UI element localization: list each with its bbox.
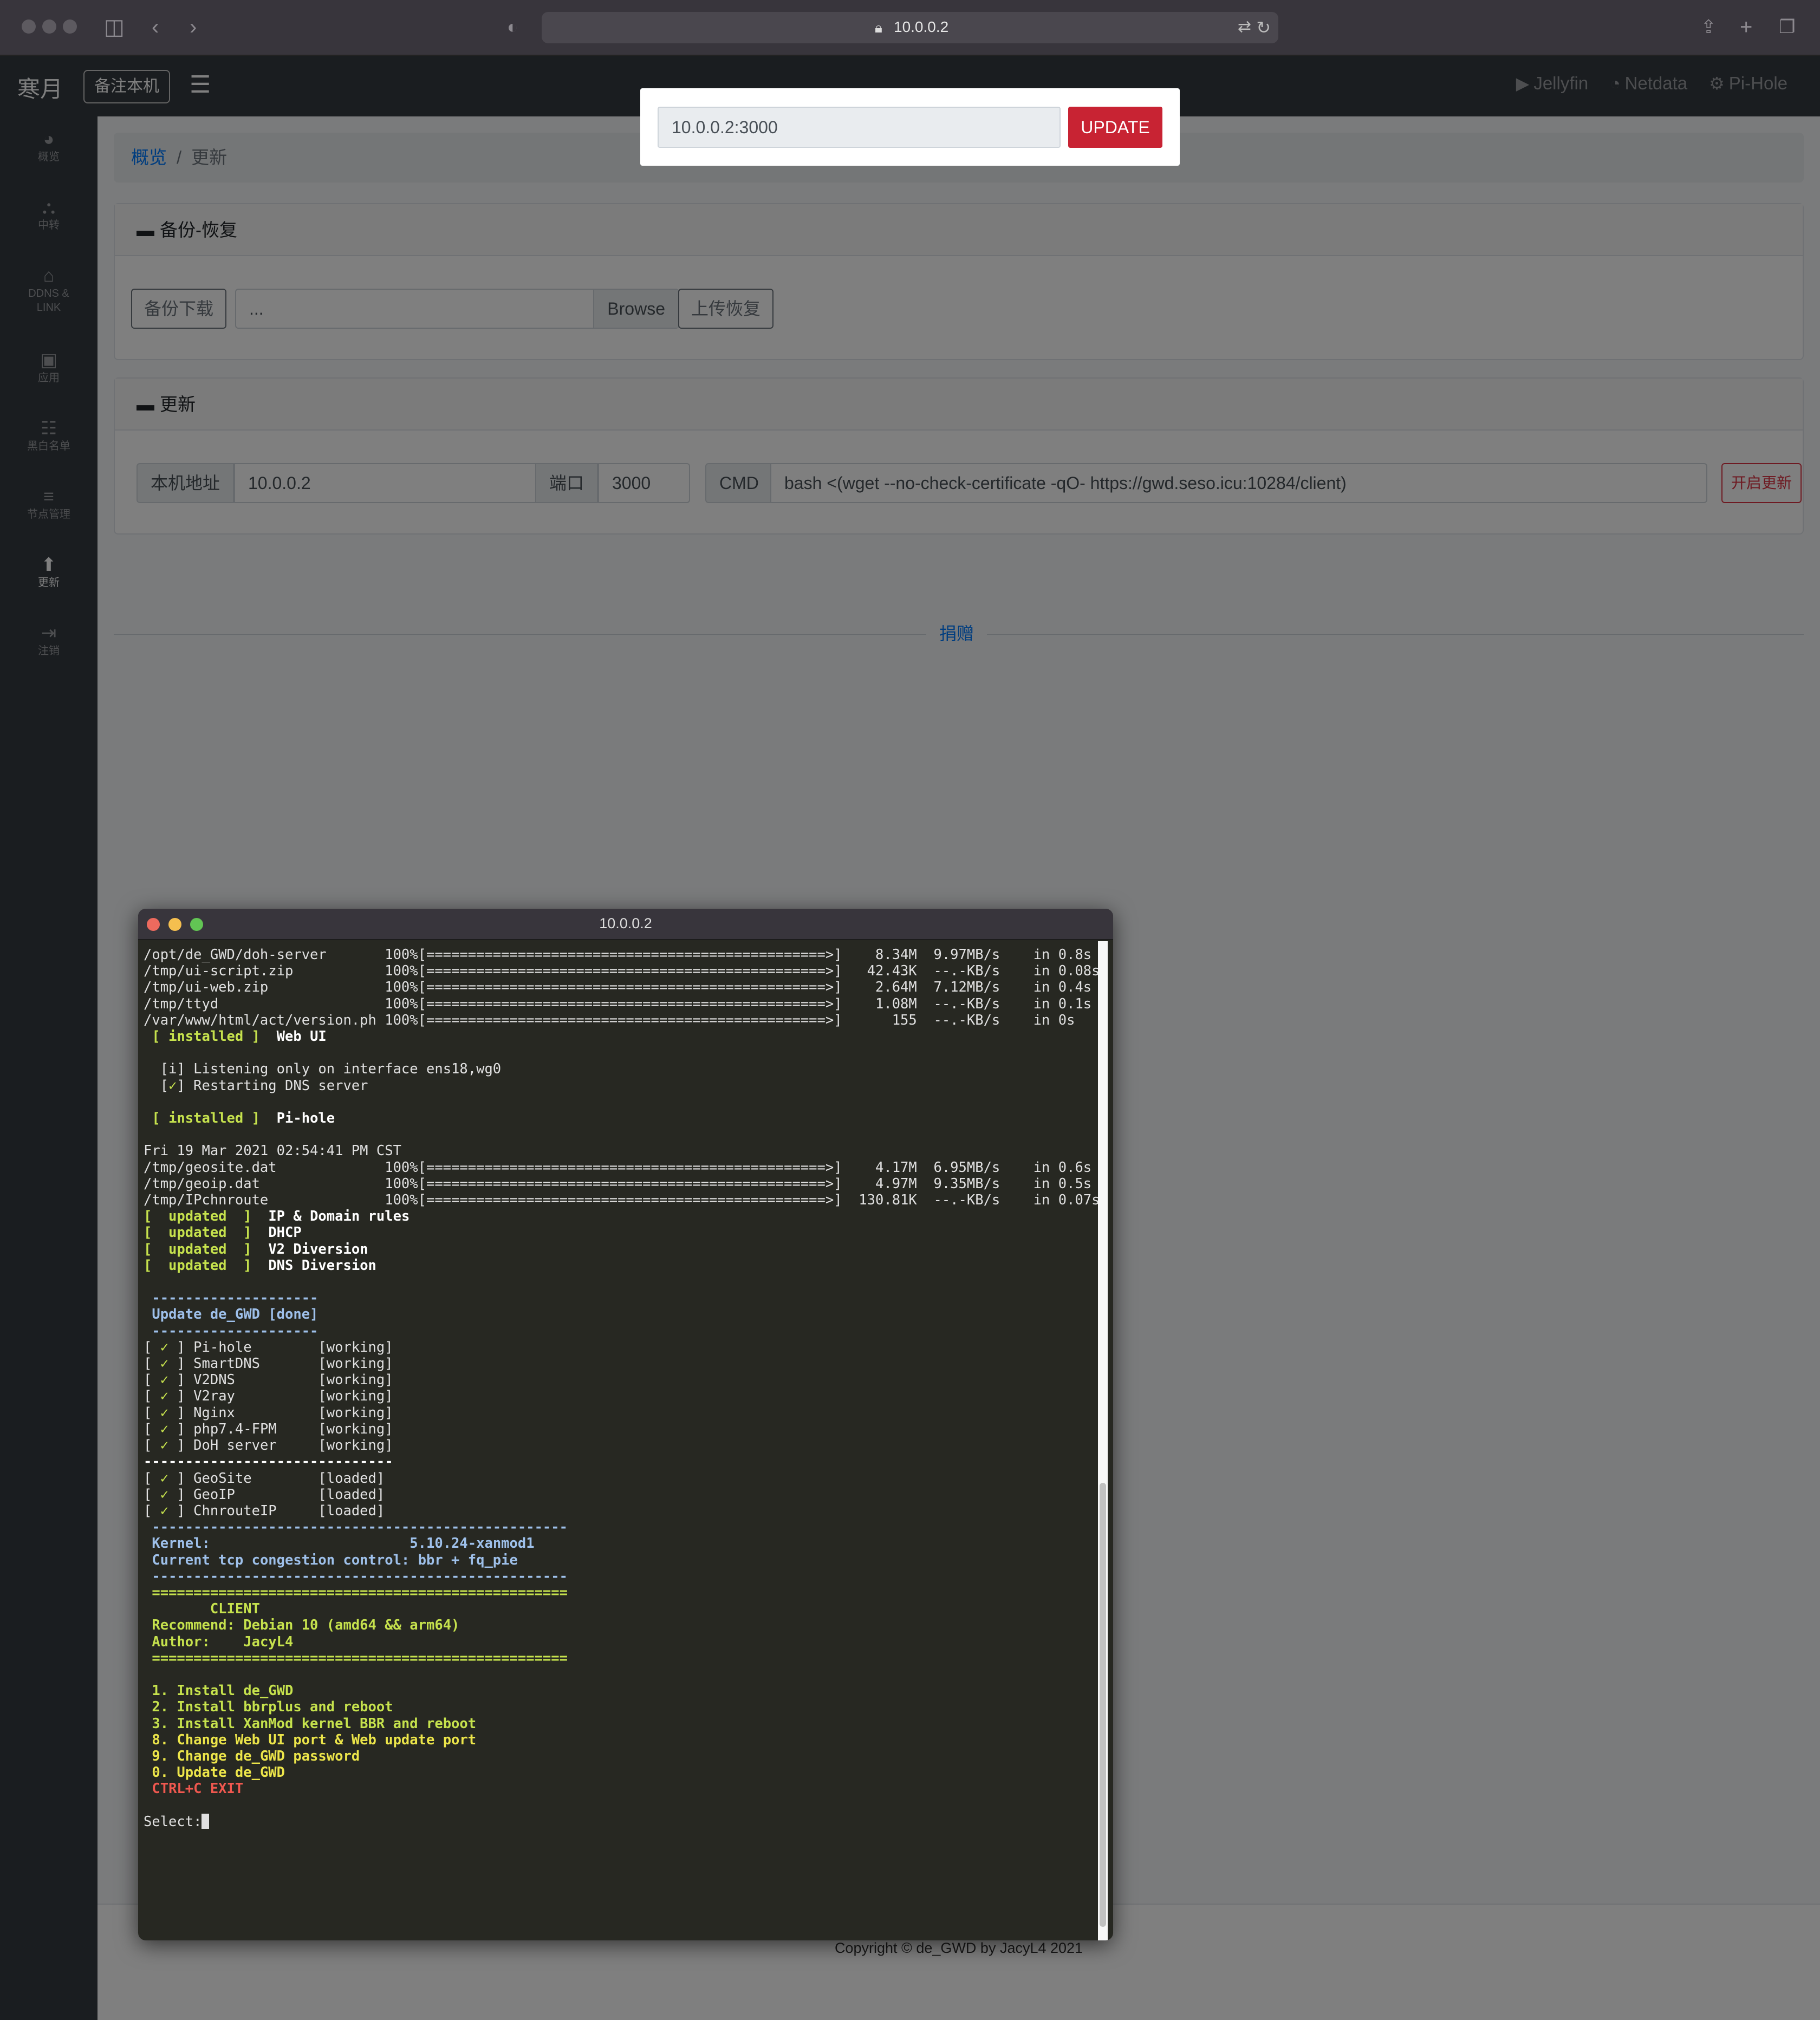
check-icon: ✓ xyxy=(160,1339,169,1356)
menu-option: 2. Install bbrplus and reboot xyxy=(152,1699,393,1716)
menu-option: 1. Install de_GWD xyxy=(152,1683,294,1699)
tab-overview-icon[interactable]: ❐ xyxy=(1779,15,1795,39)
update-button[interactable]: UPDATE xyxy=(1068,107,1162,148)
service-list: [ ✓ ] Pi-hole [working] [ ✓ ] SmartDNS [… xyxy=(144,1339,393,1454)
kernel-label: Kernel: xyxy=(152,1535,210,1552)
forward-icon[interactable]: › xyxy=(190,15,197,39)
download-list: /tmp/geosite.dat 100%[==================… xyxy=(144,1159,1100,1208)
update-address-input[interactable]: 10.0.0.2:3000 xyxy=(658,107,1061,148)
terminal-line: Restarting DNS server xyxy=(193,1077,368,1094)
dataset-row: ChnrouteIP [loaded] xyxy=(193,1502,385,1519)
terminal-window[interactable]: 10.0.0.2 /opt/de_GWD/doh-server 100%[===… xyxy=(138,909,1113,1940)
service-row: SmartDNS [working] xyxy=(193,1356,393,1372)
back-icon[interactable]: ‹ xyxy=(152,15,159,39)
terminal-menu: 1. Install de_GWD 2. Install bbrplus and… xyxy=(144,1683,476,1781)
terminal-output[interactable]: /opt/de_GWD/doh-server 100%[============… xyxy=(144,947,1100,1830)
status-tag: [ installed ] xyxy=(152,1028,260,1045)
check-icon: ✓ xyxy=(160,1437,169,1454)
dataset-row: GeoSite [loaded] xyxy=(193,1470,385,1487)
dataset-row: GeoIP [loaded] xyxy=(193,1486,385,1503)
window-minimize-button[interactable] xyxy=(42,19,56,34)
client-title: CLIENT xyxy=(210,1601,260,1618)
check-icon: ✓ xyxy=(160,1502,169,1519)
download-row: /tmp/ui-script.zip 100%[================… xyxy=(144,963,1100,980)
check-icon: ✓ xyxy=(160,1420,169,1437)
share-icon[interactable]: ⇪ xyxy=(1701,15,1717,39)
terminal-title: 10.0.0.2 xyxy=(599,915,652,931)
window-close-button[interactable] xyxy=(22,19,36,34)
window-zoom-button[interactable] xyxy=(63,19,77,34)
download-row: /tmp/ui-web.zip 100%[===================… xyxy=(144,979,1092,996)
service-row: V2DNS [working] xyxy=(193,1372,393,1389)
status-tag: [ updated ] xyxy=(144,1257,252,1274)
check-icon: ✓ xyxy=(160,1388,169,1405)
update-popup: 10.0.0.2:3000 UPDATE xyxy=(640,88,1180,166)
address-bar-url: 10.0.0.2 xyxy=(894,18,949,35)
new-tab-icon[interactable]: + xyxy=(1740,15,1752,39)
terminal-titlebar[interactable]: 10.0.0.2 xyxy=(138,909,1113,940)
download-list: /opt/de_GWD/doh-server 100%[============… xyxy=(144,947,1100,1028)
updated-item: V2 Diversion xyxy=(268,1241,368,1257)
recommend-line: Recommend: Debian 10 (amd64 && arm64) xyxy=(152,1617,460,1634)
service-row: Pi-hole [working] xyxy=(193,1339,393,1356)
terminal-prompt: Select: xyxy=(144,1813,202,1830)
download-row: /tmp/IPchnroute 100%[===================… xyxy=(144,1192,1100,1209)
terminal-scrollbar[interactable] xyxy=(1098,941,1108,1940)
privacy-shield-icon[interactable]: ◐ xyxy=(507,15,518,39)
status-tag: [ updated ] xyxy=(144,1241,252,1257)
installed-item: Web UI xyxy=(276,1028,327,1045)
author-line: Author: JacyL4 xyxy=(152,1633,294,1650)
scrollbar-thumb[interactable] xyxy=(1100,1483,1106,1927)
check-icon: ✓ xyxy=(160,1356,169,1372)
check-icon: ✓ xyxy=(160,1372,169,1389)
download-row: /tmp/geoip.dat 100%[====================… xyxy=(144,1175,1092,1192)
sidebar-toggle-icon[interactable]: ◫ xyxy=(104,15,125,39)
service-row: php7.4-FPM [working] xyxy=(193,1420,393,1437)
download-row: /var/www/html/act/version.ph 100%[======… xyxy=(144,1012,1075,1028)
browser-toolbar: ◫ ‹ › ◐ 🔒︎ 10.0.0.2 ⇄ ↻ ⇪ + ❐ xyxy=(0,0,1820,56)
download-row: /opt/de_GWD/doh-server 100%[============… xyxy=(144,947,1092,963)
terminal-line: Fri 19 Mar 2021 02:54:41 PM CST xyxy=(144,1143,401,1159)
lock-icon: 🔒︎ xyxy=(875,19,882,36)
service-row: V2ray [working] xyxy=(193,1388,393,1405)
updated-item: DNS Diversion xyxy=(268,1257,376,1274)
updated-list: [ updated ] IP & Domain rules [ updated … xyxy=(144,1208,410,1274)
update-done-line: Update de_GWD [done] xyxy=(152,1306,318,1323)
terminal-cursor xyxy=(202,1813,210,1829)
address-bar[interactable]: 🔒︎ 10.0.0.2 ⇄ ↻ xyxy=(542,12,1278,43)
terminal-line: [i] Listening only on interface ens18,wg… xyxy=(160,1061,502,1078)
translate-icon[interactable]: ⇄ xyxy=(1238,17,1251,36)
app-page: 寒月 备注本机 ☰ ▶Jellyfin ◔Netdata ⚙Pi-Hole ◕概… xyxy=(0,56,1820,2020)
updated-item: IP & Domain rules xyxy=(268,1208,410,1225)
status-tag: [ updated ] xyxy=(144,1208,252,1225)
menu-option: 0. Update de_GWD xyxy=(152,1764,285,1781)
reload-icon[interactable]: ↻ xyxy=(1256,17,1271,38)
download-row: /tmp/ttyd 100%[=========================… xyxy=(144,995,1092,1012)
check-icon: ✓ xyxy=(160,1404,169,1421)
exit-line: CTRL+C EXIT xyxy=(152,1781,244,1797)
menu-option: 9. Change de_GWD password xyxy=(152,1748,360,1764)
menu-option: 8. Change Web UI port & Web update port xyxy=(152,1731,477,1748)
kernel-value: 5.10.24-xanmod1 xyxy=(410,1535,535,1552)
status-tag: [ updated ] xyxy=(144,1224,252,1241)
status-tag: [ installed ] xyxy=(152,1110,260,1127)
updated-item: DHCP xyxy=(268,1224,302,1241)
installed-item: Pi-hole xyxy=(276,1110,335,1127)
check-icon: ✓ xyxy=(160,1470,169,1487)
download-row: /tmp/geosite.dat 100%[==================… xyxy=(144,1159,1092,1176)
tcp-line: Current tcp congestion control: bbr + fq… xyxy=(152,1552,518,1568)
menu-option: 3. Install XanMod kernel BBR and reboot xyxy=(152,1715,477,1732)
service-row: DoH server [working] xyxy=(193,1437,393,1454)
service-row: Nginx [working] xyxy=(193,1404,393,1421)
check-icon: ✓ xyxy=(160,1486,169,1503)
dataset-list: [ ✓ ] GeoSite [loaded] [ ✓ ] GeoIP [load… xyxy=(144,1470,385,1519)
